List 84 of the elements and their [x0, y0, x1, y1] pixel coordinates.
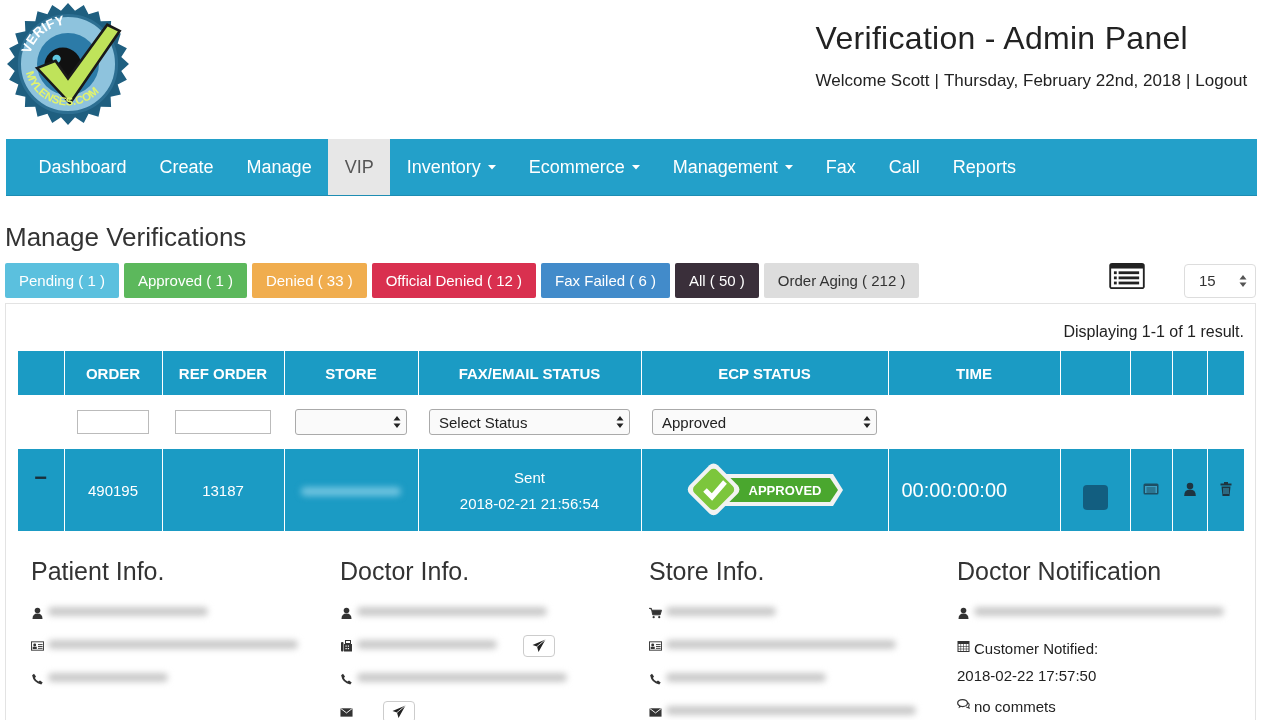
fax-status: Sent: [513, 468, 546, 486]
section-title: Manage Verifications: [5, 222, 248, 253]
id-card-icon: [31, 640, 44, 652]
nav-item[interactable]: Ecommerce: [512, 139, 657, 195]
info-heading: Doctor Notification: [957, 557, 1163, 586]
caret-icon: [631, 164, 640, 170]
envelope-icon: [340, 706, 353, 718]
page-size-select[interactable]: 15: [1184, 263, 1256, 298]
status-filter-button[interactable]: All ( 50 ): [675, 263, 759, 298]
sort-arrows-icon: [616, 415, 624, 429]
phone-icon: [31, 673, 44, 685]
status-filter-button[interactable]: Order Aging ( 212 ): [763, 263, 920, 298]
nav-item[interactable]: Management: [656, 139, 810, 195]
table-cell: 13187: [162, 449, 284, 531]
header-cell: [18, 351, 64, 395]
separator: |: [934, 71, 939, 91]
nav-item[interactable]: Fax: [809, 139, 873, 195]
id-card-icon: [649, 640, 662, 652]
user-icon: [31, 607, 44, 619]
nav-item[interactable]: VIP: [328, 139, 391, 195]
nav-item[interactable]: Inventory: [390, 139, 513, 195]
list-icon[interactable]: [1108, 261, 1146, 290]
header-cell: [1060, 351, 1130, 395]
info-heading: Store Info.: [649, 557, 766, 586]
column-header[interactable]: REF ORDER: [162, 351, 284, 395]
column-header[interactable]: ECP STATUS: [641, 351, 888, 395]
comments-icon: [957, 698, 970, 710]
status-filter-button[interactable]: Official Denied ( 12 ): [371, 263, 537, 298]
filter-select[interactable]: Select Status: [429, 409, 630, 435]
header-cell: [1172, 351, 1207, 395]
calendar-icon: [957, 640, 970, 652]
nav-item[interactable]: Manage: [230, 139, 329, 195]
paper-plane-icon: [392, 705, 406, 719]
nav-item[interactable]: Reports: [936, 139, 1033, 195]
phone-icon: [649, 673, 662, 685]
column-header[interactable]: STORE: [284, 351, 418, 395]
cart-icon: [649, 607, 662, 619]
fax-time: 2018-02-21 21:56:54: [458, 494, 601, 512]
send-button[interactable]: [383, 701, 415, 720]
user-icon: [340, 607, 353, 619]
filter-input[interactable]: [175, 410, 271, 434]
column-header[interactable]: FAX/EMAIL STATUS: [418, 351, 641, 395]
envelope-icon: [649, 706, 662, 718]
info-text: 2018-02-22 17:57:50: [957, 667, 1098, 684]
filter-input[interactable]: [77, 410, 149, 434]
nav-item[interactable]: Call: [872, 139, 937, 195]
user-icon[interactable]: [1181, 481, 1198, 496]
sort-arrows-icon: [863, 415, 871, 429]
sort-arrows-icon: [1239, 273, 1247, 288]
status-filter-button[interactable]: Fax Failed ( 6 ): [541, 263, 670, 298]
info-text: no commets: [974, 698, 1056, 715]
color-square-icon: [1082, 485, 1108, 510]
info-heading: Doctor Info.: [340, 557, 471, 586]
filter-select[interactable]: [295, 409, 407, 435]
nav-item[interactable]: Create: [143, 139, 231, 195]
table-cell: 00:00:00:00: [888, 449, 1060, 531]
column-header[interactable]: TIME: [888, 351, 1060, 395]
send-button[interactable]: [523, 635, 555, 657]
page-header-title: Verification - Admin Panel: [815, 20, 1188, 57]
header-cell: [1207, 351, 1244, 395]
date-text: Thursday, February 22nd, 2018: [944, 71, 1181, 91]
result-count: Displaying 1-1 of 1 result.: [1062, 322, 1244, 342]
phone-icon: [340, 673, 353, 685]
sort-arrows-icon: [393, 415, 401, 429]
nav-item[interactable]: Dashboard: [22, 139, 144, 195]
logout-link[interactable]: Logout: [1195, 71, 1248, 91]
info-heading: Patient Info.: [31, 557, 166, 586]
column-header[interactable]: ORDER: [64, 351, 162, 395]
filter-select[interactable]: Approved: [652, 409, 877, 435]
collapse-toggle[interactable]: −: [34, 465, 48, 490]
caret-icon: [784, 164, 793, 170]
welcome-text: Welcome Scott: [815, 71, 930, 91]
caret-icon: [487, 164, 496, 170]
approved-badge: APPROVED: [684, 462, 845, 518]
status-filter-button[interactable]: Approved ( 1 ): [123, 263, 247, 298]
user-icon: [957, 607, 970, 619]
status-filter-button[interactable]: Denied ( 33 ): [251, 263, 367, 298]
header-cell: [1130, 351, 1172, 395]
separator: |: [1185, 71, 1191, 91]
status-filter-button[interactable]: Pending ( 1 ): [5, 263, 119, 298]
info-text: Customer Notified:: [974, 640, 1099, 657]
paper-plane-icon: [532, 639, 546, 653]
fax-icon: [340, 640, 353, 652]
table-cell: 490195: [64, 449, 162, 531]
